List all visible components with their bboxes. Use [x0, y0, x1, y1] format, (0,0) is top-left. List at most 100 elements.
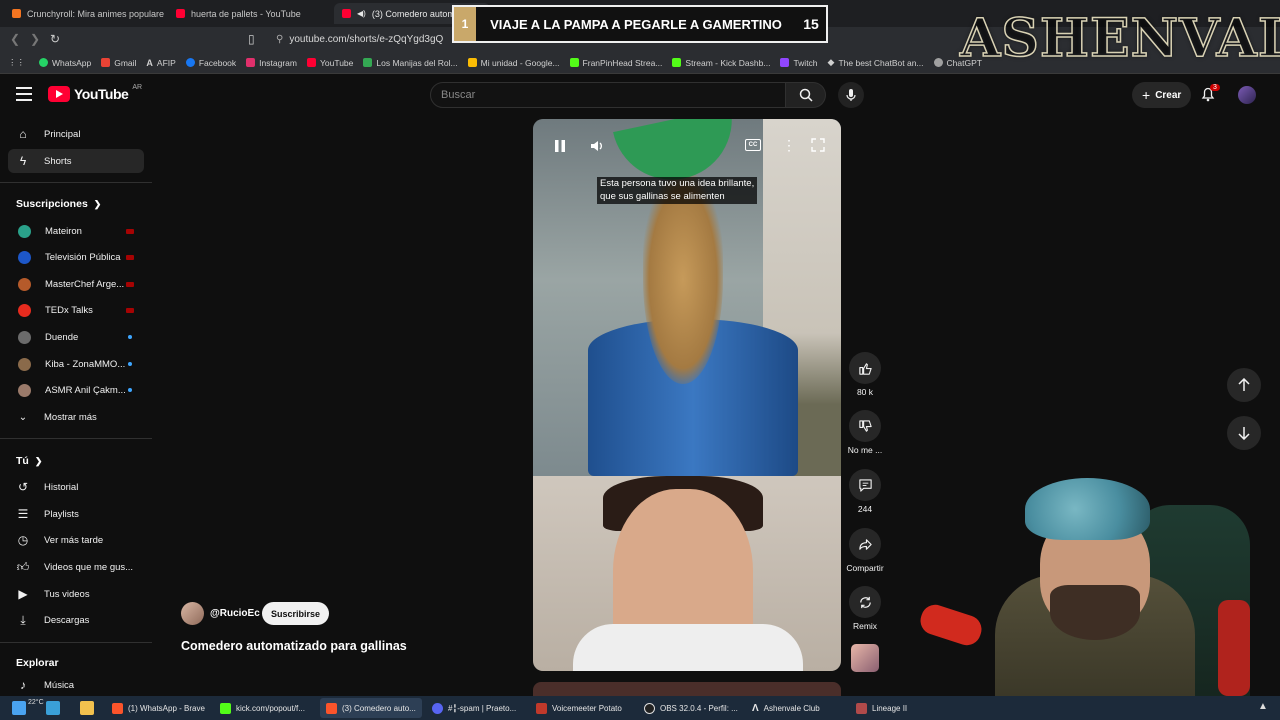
- taskbar-app-ashenvale[interactable]: Λ Ashenvale Club: [746, 698, 826, 718]
- short-title[interactable]: Comedero automatizado para gallinas: [181, 639, 407, 653]
- taskbar-app-whatsapp[interactable]: (1) WhatsApp - Brave: [106, 698, 211, 718]
- youtube-logo[interactable]: YouTube AR: [48, 84, 142, 102]
- bookmark-youtube[interactable]: YouTube: [306, 57, 354, 68]
- sidebar-item-playlists[interactable]: ☰ Playlists: [8, 502, 144, 526]
- subscriptions-heading[interactable]: Suscripciones ❯: [16, 198, 101, 210]
- bookmark-chatbot[interactable]: ◆ The best ChatBot an...: [828, 57, 924, 68]
- like-button[interactable]: 80 k: [842, 352, 888, 397]
- arrow-up-icon: [1238, 378, 1250, 391]
- browser-tab-crunchyroll[interactable]: Crunchyroll: Mira animes populares,: [4, 3, 164, 24]
- start-menu-icon[interactable]: [12, 701, 26, 715]
- speaker-icon: ◀): [357, 9, 366, 18]
- dislike-button[interactable]: No me ...: [842, 410, 888, 455]
- bookmark-franpinhead[interactable]: FranPinHead Strea...: [569, 57, 663, 68]
- fullscreen-icon[interactable]: [811, 138, 825, 152]
- shorts-icon: ϟ: [19, 154, 27, 168]
- apps-grid-icon[interactable]: ⋮⋮: [8, 57, 25, 68]
- bookmark-label: Gmail: [114, 57, 137, 68]
- subscription-duende[interactable]: Duende: [8, 325, 144, 349]
- forward-icon[interactable]: ❯: [30, 32, 40, 46]
- sidebar-item-shorts[interactable]: ϟ Shorts: [8, 149, 144, 173]
- you-title: Tú: [16, 455, 29, 467]
- voice-search-button[interactable]: [838, 82, 864, 108]
- pause-icon[interactable]: [551, 137, 569, 155]
- show-more-button[interactable]: ⌄ Mostrar más: [8, 405, 144, 429]
- sidebar-item-principal[interactable]: ⌂ Principal: [8, 122, 144, 146]
- reload-icon[interactable]: ↻: [50, 32, 60, 46]
- bookmark-mi-unidad[interactable]: Mi unidad - Google...: [467, 58, 560, 68]
- taskbar-app-lineage[interactable]: Lineage II: [850, 698, 913, 718]
- taskbar-app-voicemeeter[interactable]: Voicemeeter Potato: [530, 698, 628, 718]
- hamburger-menu-icon[interactable]: [16, 87, 32, 101]
- search-input[interactable]: Buscar: [430, 82, 786, 108]
- sidebar-item-descargas[interactable]: ⤓ Descargas: [8, 608, 144, 632]
- shorts-video-player[interactable]: Esta persona tuvo una idea brillante, qu…: [533, 119, 841, 671]
- subscribe-button[interactable]: Suscribirse: [262, 602, 330, 625]
- sidebar-item-label: Descargas: [44, 614, 90, 626]
- gmail-icon: [101, 58, 111, 67]
- subscription-tedx[interactable]: TEDx Talks: [8, 298, 144, 322]
- browser-pinned-icon[interactable]: [46, 701, 60, 715]
- browser-tab-huerta[interactable]: huerta de pallets - YouTube: [168, 3, 328, 24]
- chevron-down-icon: ⌄: [18, 411, 28, 423]
- next-short-preview[interactable]: [533, 682, 841, 696]
- taskbar-app-comedero[interactable]: (3) Comedero auto...: [320, 698, 422, 718]
- weather-widget[interactable]: 22°C: [28, 699, 44, 707]
- remix-circle: [849, 586, 881, 618]
- bookmark-whatsapp[interactable]: WhatsApp: [39, 58, 91, 68]
- live-indicator-icon: [126, 254, 134, 260]
- taskbar-app-discord[interactable]: #╏-spam | Praeto...: [426, 698, 522, 718]
- closed-captions-icon[interactable]: CC: [745, 139, 761, 151]
- bookmark-twitch[interactable]: Twitch: [780, 58, 818, 68]
- taskbar-app-obs[interactable]: OBS 32.0.4 - Perfil: ...: [638, 698, 744, 718]
- create-button[interactable]: + Crear: [1132, 82, 1192, 108]
- playlists-icon: ☰: [17, 507, 29, 521]
- bookmark-icon[interactable]: ▯: [248, 32, 255, 46]
- sidebar-item-musica[interactable]: ♪ Música: [8, 673, 144, 697]
- channel-avatar[interactable]: [181, 602, 204, 625]
- bookmark-kick-dashboard[interactable]: Stream - Kick Dashb...: [672, 58, 770, 68]
- subscription-masterchef[interactable]: MasterChef Arge...: [8, 272, 144, 296]
- you-heading[interactable]: Tú ❯: [16, 455, 42, 467]
- liked-icon: 👍︎: [16, 559, 30, 574]
- channel-name[interactable]: @RucioEc: [210, 608, 260, 619]
- account-avatar[interactable]: [1238, 86, 1256, 104]
- notification-tray-icon[interactable]: ▲: [1258, 701, 1272, 715]
- next-short-button[interactable]: [1227, 416, 1261, 450]
- more-options-icon[interactable]: ⋮: [782, 137, 796, 154]
- bookmark-label: YouTube: [319, 57, 354, 68]
- previous-short-button[interactable]: [1227, 368, 1261, 402]
- bookmark-label: FranPinHead Strea...: [582, 57, 663, 68]
- subscription-label: Duende: [45, 331, 79, 343]
- back-icon[interactable]: ❮: [10, 32, 20, 46]
- bookmark-afip[interactable]: A AFIP: [146, 58, 175, 68]
- subscription-mateiron[interactable]: Mateiron: [8, 219, 144, 243]
- sound-thumbnail[interactable]: [851, 644, 879, 672]
- bookmark-instagram[interactable]: Instagram: [246, 58, 297, 68]
- subscription-asmr[interactable]: ASMR Anil Çakm...: [8, 378, 144, 402]
- sidebar-item-tus-videos[interactable]: ▶ Tus videos: [8, 582, 144, 606]
- sidebar-item-historial[interactable]: ↺ Historial: [8, 475, 144, 499]
- taskbar-app-kick[interactable]: kick.com/popout/f...: [214, 698, 311, 718]
- subscription-television-publica[interactable]: Televisión Pública: [8, 245, 144, 269]
- sidebar-item-label: Principal: [44, 128, 81, 140]
- sidebar-item-liked-videos[interactable]: 👍︎ Videos que me gus...: [8, 555, 144, 579]
- share-button[interactable]: Compartir: [842, 528, 888, 573]
- file-explorer-icon[interactable]: [80, 701, 94, 715]
- remix-button[interactable]: Remix: [842, 586, 888, 631]
- banner-title: VIAJE A LA PAMPA A PEGARLE A GAMERTINO: [490, 16, 782, 32]
- search-button[interactable]: [786, 82, 826, 108]
- windows-taskbar: 22°C (1) WhatsApp - Brave kick.com/popou…: [0, 696, 1280, 720]
- banner-number: 1: [454, 7, 476, 41]
- sidebar-item-ver-mas-tarde[interactable]: ◷ Ver más tarde: [8, 528, 144, 552]
- bookmark-facebook[interactable]: Facebook: [185, 58, 236, 68]
- comments-button[interactable]: 244: [842, 469, 888, 514]
- bookmark-gmail[interactable]: Gmail: [101, 58, 136, 68]
- taskbar-app-label: kick.com/popout/f...: [236, 703, 305, 713]
- bookmark-los-manijas[interactable]: Los Manijas del Rol...: [363, 58, 458, 68]
- music-icon: ♪: [20, 678, 26, 692]
- volume-icon[interactable]: [588, 137, 606, 155]
- arrow-down-icon: [1238, 427, 1250, 440]
- show-more-label: Mostrar más: [44, 411, 97, 423]
- subscription-kiba[interactable]: Kiba - ZonaMMO...: [8, 352, 144, 376]
